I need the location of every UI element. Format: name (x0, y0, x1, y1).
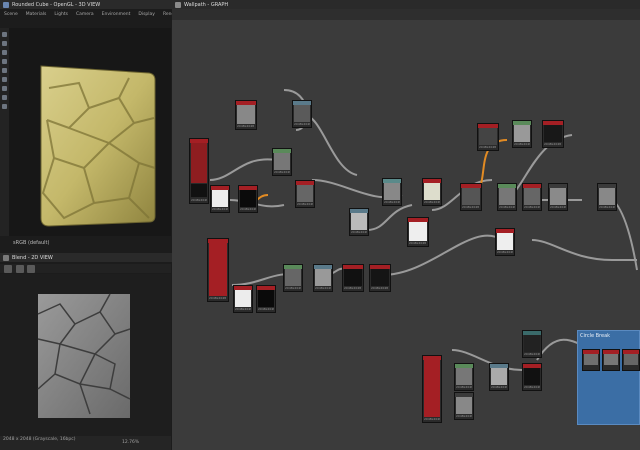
view2d-title: Blend - 2D VIEW (12, 254, 53, 261)
graph-node-blend-2[interactable]: 2048x2048 - L16 (382, 178, 402, 206)
graph-node-input-red-3[interactable]: 2048x2048 - L16 (422, 355, 442, 423)
menu-camera[interactable]: Camera (76, 12, 94, 17)
menu-environment[interactable]: Environment (102, 12, 131, 17)
graph-node-black-1[interactable]: 2048x2048 - L16 (238, 185, 258, 213)
frame-node-1[interactable] (582, 349, 600, 371)
view3d-titlebar: Rounded Cube - OpenGL - 3D VIEW (0, 0, 177, 9)
material-icon[interactable] (2, 59, 7, 64)
graph-node-warp-1[interactable]: 2048x2048 - L16 (512, 120, 532, 148)
frame-icon[interactable] (2, 77, 7, 82)
graph-links (209, 89, 638, 371)
graph-node-green-1[interactable]: 2048x2048 - L16 (454, 363, 474, 391)
view3d-menubar: Scene Materials Lights Camera Environmen… (0, 10, 184, 19)
graph-node-black-2[interactable]: 2048x2048 - L16 (256, 285, 276, 313)
graph-node-gray-5[interactable]: 2048x2048 - L16 (489, 363, 509, 391)
graph-node-mask-1[interactable]: 2048x2048 - L16 (542, 120, 564, 148)
graph-titlebar: Wallpath - GRAPH (172, 0, 640, 9)
graph-node-gray-3[interactable]: 2048x2048 - L16 (597, 183, 617, 211)
wireframe-icon[interactable] (2, 86, 7, 91)
graph-title: Wallpath - GRAPH (184, 1, 229, 8)
graph-node-mask-3[interactable]: 2048x2048 - L16 (369, 264, 391, 292)
rotate-icon[interactable] (2, 68, 7, 73)
zoom-value[interactable]: 12.76% (122, 440, 139, 445)
menu-lights[interactable]: Lights (54, 12, 68, 17)
colorspace-select[interactable]: sRGB (default) (13, 240, 49, 246)
graph-node-input-red-1[interactable]: 2048x2048 - L16 (189, 138, 209, 204)
graph-node-tiles-1[interactable]: 2048x2048 - L16 (292, 100, 312, 128)
graph-node-blend-1[interactable]: 2048x2048 - L16 (349, 208, 369, 236)
graph-node-gray-4[interactable]: 2048x2048 - L16 (454, 392, 474, 420)
light-icon[interactable] (2, 41, 7, 46)
grid-icon[interactable] (2, 95, 7, 100)
graph-node-white-4[interactable]: 2048x2048 - L16 (233, 285, 253, 313)
blend-texture-preview (37, 293, 131, 418)
graph-canvas[interactable]: Circle Break 2048x2048 - L16 2048x2048 -… (172, 20, 640, 450)
view2d-statusbar: 2048 x 2048 (Grayscale, 16bpc) 12.76% (0, 436, 171, 450)
graph-node-white-2[interactable]: 2048x2048 - L16 (422, 178, 442, 206)
view3d-viewport[interactable]: sRGB (default) (9, 28, 171, 246)
image-icon (3, 254, 9, 261)
graph-node-gray-1[interactable]: 2048x2048 - L16 (295, 180, 315, 208)
graph-node-input-red-2[interactable]: 2048x2048 - L16 (207, 238, 229, 302)
menu-materials[interactable]: Materials (26, 12, 47, 17)
graph-node-tiles-2[interactable]: 2048x2048 - L16 (272, 148, 292, 176)
graph-node-white-1[interactable]: 2048x2048 - L16 (210, 185, 230, 213)
graph-node-noise-1[interactable]: 2048x2048 - L16 (235, 100, 257, 130)
graph-node-blend-4[interactable]: 2048x2048 - L16 (522, 183, 542, 211)
menu-scene[interactable]: Scene (4, 12, 18, 17)
graph-toolbar (172, 9, 640, 20)
display-icon[interactable] (2, 50, 7, 55)
graph-node-tiles-4[interactable]: 2048x2048 - L16 (313, 264, 333, 292)
graph-node-white-3[interactable]: 2048x2048 - L16 (495, 228, 515, 256)
settings-icon[interactable] (2, 104, 7, 109)
view2d-toolbar (0, 264, 171, 273)
graph-node-tiles-3[interactable]: 2048x2048 - L16 (283, 264, 303, 292)
graph-node-noise-2[interactable]: 2048x2048 - L16 (477, 123, 499, 151)
cube-icon (3, 1, 9, 8)
graph-node-gray-2[interactable]: 2048x2048 - L16 (548, 183, 568, 211)
circle-break-frame[interactable]: Circle Break (577, 330, 640, 425)
rounded-cube-render (40, 65, 156, 227)
graph-node-mask-4[interactable]: 2048x2048 - L16 (522, 363, 542, 391)
view3d-title: Rounded Cube - OpenGL - 3D VIEW (12, 1, 101, 8)
view2d-titlebar: Blend - 2D VIEW (0, 253, 177, 262)
colorspace-value: sRGB (default) (13, 240, 50, 246)
view2d-viewport[interactable] (0, 274, 171, 436)
graph-node-blend-3[interactable]: 2048x2048 - L16 (497, 183, 517, 211)
graph-node-pattern-1[interactable]: 2048x2048 - L16 (407, 217, 429, 247)
graph-node-noise-3[interactable]: 2048x2048 - L16 (460, 183, 482, 211)
graph-icon (175, 1, 181, 8)
histogram-icon[interactable] (27, 265, 36, 273)
frame-node-3[interactable] (622, 349, 640, 371)
resolution-text: 2048 x 2048 (Grayscale, 16bpc) (3, 437, 76, 442)
frame-node-2[interactable] (602, 349, 620, 371)
graph-node-mask-2[interactable]: 2048x2048 - L16 (342, 264, 364, 292)
graph-node-mask-5[interactable]: 2048x2048 - L16 (522, 330, 542, 358)
camera-icon[interactable] (2, 32, 7, 37)
view3d-toolbar (0, 28, 9, 236)
menu-display[interactable]: Display (138, 12, 155, 17)
frame-title: Circle Break (580, 333, 611, 339)
fit-icon[interactable] (4, 265, 12, 273)
channel-icon[interactable] (15, 265, 24, 273)
